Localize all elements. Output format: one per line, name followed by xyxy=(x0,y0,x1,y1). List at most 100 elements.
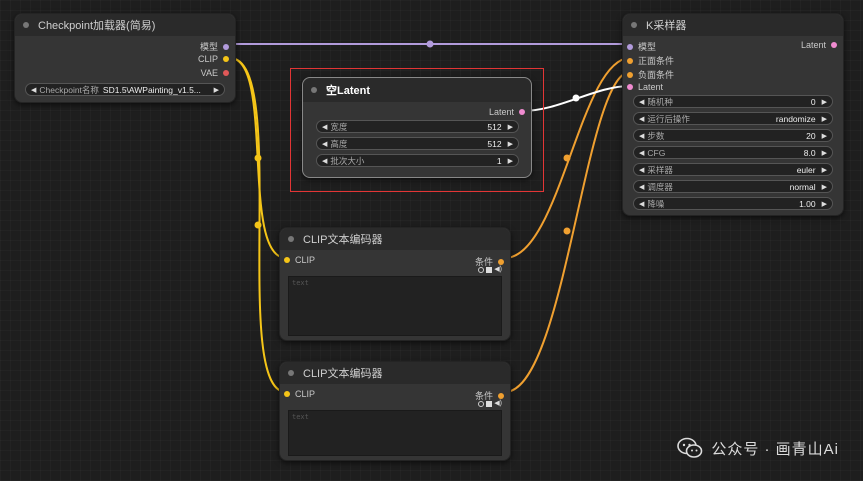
widget-label: 降噪 xyxy=(647,198,665,209)
output-clip-slot[interactable]: CLIP xyxy=(198,54,229,64)
output-conditioning-port[interactable] xyxy=(498,258,504,265)
widget-label: 运行后操作 xyxy=(647,113,690,124)
checkpoint-loader-title-bar[interactable]: Checkpoint加载器(简易) xyxy=(15,14,235,36)
clip-wire-midpoint-2 xyxy=(254,221,262,229)
decrement-arrow-icon[interactable]: ◀ xyxy=(639,98,644,106)
output-latent-label: Latent xyxy=(800,40,826,50)
input-clip-port[interactable] xyxy=(284,391,290,397)
negative-cond-midpoint xyxy=(563,227,571,235)
decrement-arrow-icon[interactable]: ◀ xyxy=(639,149,644,157)
decrement-arrow-icon[interactable]: ◀ xyxy=(639,115,644,123)
node-collapse-dot[interactable] xyxy=(631,22,637,28)
widget-value: 20 xyxy=(806,130,816,141)
output-clip-port[interactable] xyxy=(223,56,229,62)
clip-encode-title: CLIP文本编码器 xyxy=(303,368,383,380)
output-model-slot[interactable]: 模型 xyxy=(200,40,229,53)
increment-arrow-icon[interactable]: ▶ xyxy=(214,86,219,94)
checkpoint-loader-title: Checkpoint加载器(简易) xyxy=(38,20,156,32)
highlight-box xyxy=(290,68,544,192)
cfg-widget[interactable]: ◀ CFG 8.0 ▶ xyxy=(633,146,833,159)
steps-widget[interactable]: ◀ 步数 20 ▶ xyxy=(633,129,833,142)
ksampler-title: K采样器 xyxy=(646,20,687,32)
clip-wire-midpoint-1 xyxy=(254,154,262,162)
input-latent-slot[interactable]: Latent xyxy=(627,82,663,92)
increment-arrow-icon[interactable]: ▶ xyxy=(822,115,827,123)
input-latent-label: Latent xyxy=(638,82,664,92)
decrement-arrow-icon[interactable]: ◀ xyxy=(31,86,36,94)
input-positive-port[interactable] xyxy=(627,57,633,64)
input-model-label: 模型 xyxy=(638,42,657,52)
increment-arrow-icon[interactable]: ▶ xyxy=(822,200,827,208)
clip-text-encode-node-positive[interactable]: CLIP文本编码器 CLIP 条件 ◀) text xyxy=(279,227,511,341)
output-model-port[interactable] xyxy=(223,43,229,50)
decrement-arrow-icon[interactable]: ◀ xyxy=(639,200,644,208)
widget-value: randomize xyxy=(775,113,816,124)
input-latent-port[interactable] xyxy=(627,84,633,90)
input-clip-slot[interactable]: CLIP xyxy=(284,255,315,265)
input-negative-slot[interactable]: 负面条件 xyxy=(627,68,674,81)
input-clip-slot[interactable]: CLIP xyxy=(284,389,315,399)
sampler-widget[interactable]: ◀ 采样器 euler ▶ xyxy=(633,163,833,176)
wechat-icon xyxy=(677,437,703,458)
output-vae-port[interactable] xyxy=(223,70,229,76)
output-latent-port[interactable] xyxy=(831,42,837,48)
widget-value: 0 xyxy=(810,96,816,107)
input-clip-label: CLIP xyxy=(295,389,316,399)
clip-encode-title: CLIP文本编码器 xyxy=(303,234,383,246)
text-widget-icons: ◀) xyxy=(478,400,502,407)
node-collapse-dot[interactable] xyxy=(288,236,294,242)
speaker-icon[interactable]: ◀) xyxy=(494,266,502,273)
input-positive-slot[interactable]: 正面条件 xyxy=(627,54,674,67)
latent-wire-midpoint xyxy=(572,94,580,102)
input-model-slot[interactable]: 模型 xyxy=(627,40,656,53)
checkpoint-loader-node[interactable]: Checkpoint加载器(简易) 模型 CLIP VAE ◀ Checkpoi… xyxy=(14,13,236,103)
prompt-textarea[interactable]: text xyxy=(288,410,502,456)
denoise-widget[interactable]: ◀ 降噪 1.00 ▶ xyxy=(633,197,833,210)
widget-label: 采样器 xyxy=(647,164,673,175)
widget-value: euler xyxy=(796,164,816,175)
checkbox-icon[interactable] xyxy=(486,401,493,407)
checkpoint-name-widget[interactable]: ◀ Checkpoint名称 SD1.5\AWPainting_v1.5... … xyxy=(25,83,225,96)
input-negative-label: 负面条件 xyxy=(638,70,675,80)
input-clip-port[interactable] xyxy=(284,257,290,263)
ksampler-title-bar[interactable]: K采样器 xyxy=(623,14,843,36)
control-after-generate-widget[interactable]: ◀ 运行后操作 randomize ▶ xyxy=(633,112,833,125)
scheduler-widget[interactable]: ◀ 调度器 normal ▶ xyxy=(633,180,833,193)
node-collapse-dot[interactable] xyxy=(288,370,294,376)
prompt-textarea[interactable]: text xyxy=(288,276,502,336)
increment-arrow-icon[interactable]: ▶ xyxy=(822,98,827,106)
input-model-port[interactable] xyxy=(627,43,633,50)
clip-text-encode-node-negative[interactable]: CLIP文本编码器 CLIP 条件 ◀) text xyxy=(279,361,511,461)
widget-value: 8.0 xyxy=(803,147,816,158)
output-latent-slot[interactable]: Latent xyxy=(801,40,837,50)
output-conditioning-port[interactable] xyxy=(498,392,504,399)
node-collapse-dot[interactable] xyxy=(23,22,29,28)
model-wire-midpoint xyxy=(426,40,434,48)
output-vae-slot[interactable]: VAE xyxy=(201,68,229,78)
input-negative-port[interactable] xyxy=(627,71,633,78)
seed-widget[interactable]: ◀ 随机种 0 ▶ xyxy=(633,95,833,108)
clip-encode-title-bar[interactable]: CLIP文本编码器 xyxy=(280,362,510,384)
decrement-arrow-icon[interactable]: ◀ xyxy=(639,132,644,140)
clip-wire-2 xyxy=(229,57,287,393)
text-widget-icons: ◀) xyxy=(478,266,502,273)
circle-icon[interactable] xyxy=(478,267,485,273)
widget-label: CFG xyxy=(647,147,666,158)
input-clip-label: CLIP xyxy=(295,255,316,265)
widget-label: 调度器 xyxy=(647,181,673,192)
widget-label: Checkpoint名称 xyxy=(39,84,99,95)
circle-icon[interactable] xyxy=(478,401,485,407)
increment-arrow-icon[interactable]: ▶ xyxy=(822,166,827,174)
decrement-arrow-icon[interactable]: ◀ xyxy=(639,183,644,191)
decrement-arrow-icon[interactable]: ◀ xyxy=(639,166,644,174)
increment-arrow-icon[interactable]: ▶ xyxy=(822,132,827,140)
widget-value: 1.00 xyxy=(799,198,816,209)
checkbox-icon[interactable] xyxy=(486,267,493,273)
increment-arrow-icon[interactable]: ▶ xyxy=(822,183,827,191)
ksampler-node[interactable]: K采样器 模型 正面条件 负面条件 Latent Latent ◀ 随机种 0 … xyxy=(622,13,844,216)
output-vae-label: VAE xyxy=(200,68,218,78)
output-clip-label: CLIP xyxy=(197,54,218,64)
speaker-icon[interactable]: ◀) xyxy=(494,400,502,407)
increment-arrow-icon[interactable]: ▶ xyxy=(822,149,827,157)
clip-encode-title-bar[interactable]: CLIP文本编码器 xyxy=(280,228,510,250)
